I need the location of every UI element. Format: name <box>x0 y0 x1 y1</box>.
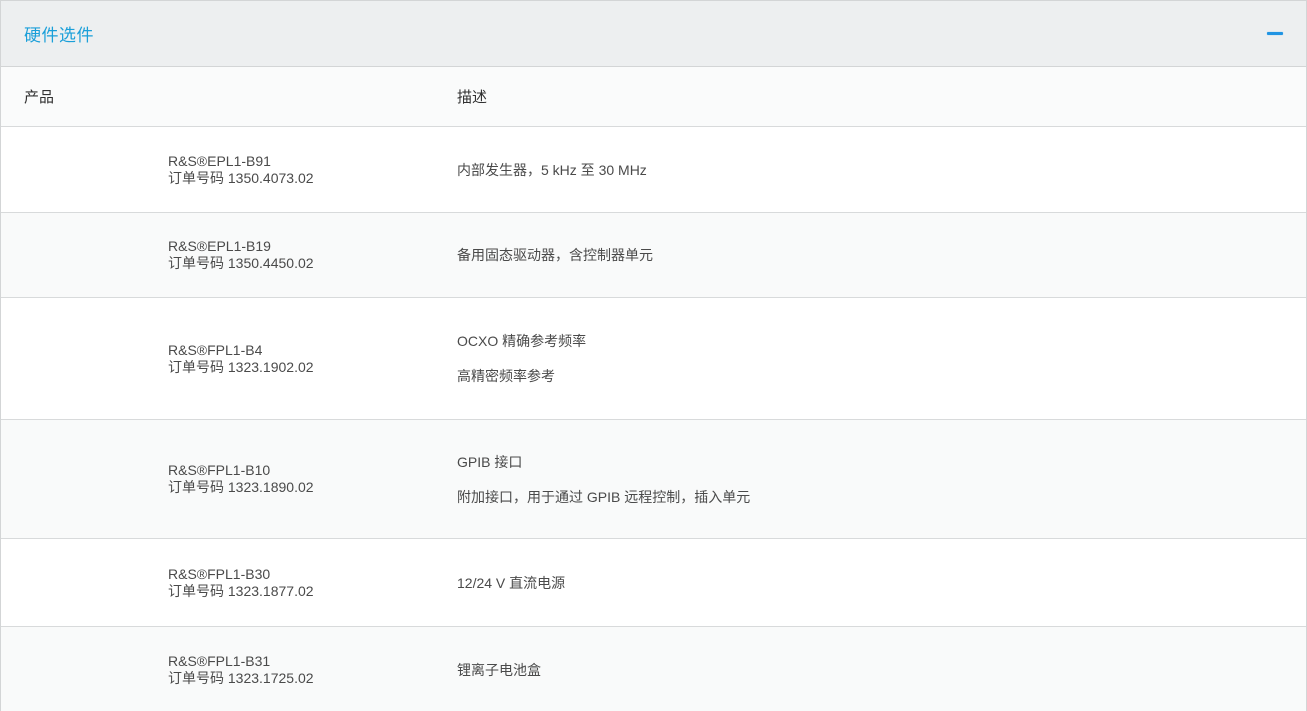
section-title: 硬件选件 <box>24 21 94 46</box>
table-row: R&S®EPL1-B91 订单号码 1350.4073.02 内部发生器，5 k… <box>1 127 1306 213</box>
order-number: 订单号码 1350.4073.02 <box>168 170 434 187</box>
description-line: 12/24 V 直流电源 <box>457 573 1306 593</box>
description-line: GPIB 接口 <box>457 452 1306 472</box>
order-number: 订单号码 1350.4450.02 <box>168 255 434 272</box>
description-line: 内部发生器，5 kHz 至 30 MHz <box>457 160 1306 180</box>
table-row: R&S®FPL1-B4 订单号码 1323.1902.02 OCXO 精确参考频… <box>1 298 1306 420</box>
table-row: R&S®EPL1-B19 订单号码 1350.4450.02 备用固态驱动器，含… <box>1 213 1306 298</box>
product-cell: R&S®FPL1-B31 订单号码 1323.1725.02 <box>1 653 434 687</box>
product-cell: R&S®FPL1-B4 订单号码 1323.1902.02 <box>1 342 434 376</box>
accordion-header[interactable]: 硬件选件 <box>1 1 1306 67</box>
table-row: R&S®FPL1-B30 订单号码 1323.1877.02 12/24 V 直… <box>1 539 1306 627</box>
description-line: 锂离子电池盒 <box>457 660 1306 680</box>
description-line: OCXO 精确参考频率 <box>457 331 1306 351</box>
table-row: R&S®FPL1-B10 订单号码 1323.1890.02 GPIB 接口 附… <box>1 420 1306 539</box>
order-number: 订单号码 1323.1890.02 <box>168 479 434 496</box>
product-code: R&S®FPL1-B4 <box>168 342 434 359</box>
description-cell: GPIB 接口 附加接口，用于通过 GPIB 远程控制，插入单元 <box>434 452 1306 507</box>
table-header-row: 产品 描述 <box>1 67 1306 127</box>
description-cell: 内部发生器，5 kHz 至 30 MHz <box>434 160 1306 180</box>
description-cell: 备用固态驱动器，含控制器单元 <box>434 245 1306 265</box>
description-cell: OCXO 精确参考频率 高精密频率参考 <box>434 331 1306 386</box>
column-header-product: 产品 <box>1 86 434 107</box>
options-table: 产品 描述 R&S®EPL1-B91 订单号码 1350.4073.02 内部发… <box>1 67 1306 711</box>
product-cell: R&S®EPL1-B91 订单号码 1350.4073.02 <box>1 153 434 187</box>
product-code: R&S®EPL1-B19 <box>168 238 434 255</box>
product-code: R&S®FPL1-B31 <box>168 653 434 670</box>
description-line: 附加接口，用于通过 GPIB 远程控制，插入单元 <box>457 487 1306 507</box>
product-code: R&S®FPL1-B30 <box>168 566 434 583</box>
description-line: 备用固态驱动器，含控制器单元 <box>457 245 1306 265</box>
product-cell: R&S®FPL1-B30 订单号码 1323.1877.02 <box>1 566 434 600</box>
description-cell: 锂离子电池盒 <box>434 660 1306 680</box>
table-row: R&S®FPL1-B31 订单号码 1323.1725.02 锂离子电池盒 <box>1 627 1306 711</box>
hardware-options-panel: 硬件选件 产品 描述 R&S®EPL1-B91 订单号码 1350.4073.0… <box>0 0 1307 711</box>
order-number: 订单号码 1323.1902.02 <box>168 359 434 376</box>
column-header-description: 描述 <box>434 86 1306 107</box>
order-number: 订单号码 1323.1877.02 <box>168 583 434 600</box>
product-code: R&S®FPL1-B10 <box>168 462 434 479</box>
minus-icon <box>1267 32 1283 35</box>
order-number: 订单号码 1323.1725.02 <box>168 670 434 687</box>
product-code: R&S®EPL1-B91 <box>168 153 434 170</box>
product-cell: R&S®FPL1-B10 订单号码 1323.1890.02 <box>1 462 434 496</box>
product-cell: R&S®EPL1-B19 订单号码 1350.4450.02 <box>1 238 434 272</box>
description-cell: 12/24 V 直流电源 <box>434 573 1306 593</box>
collapse-button[interactable] <box>1265 26 1285 41</box>
description-line: 高精密频率参考 <box>457 366 1306 386</box>
